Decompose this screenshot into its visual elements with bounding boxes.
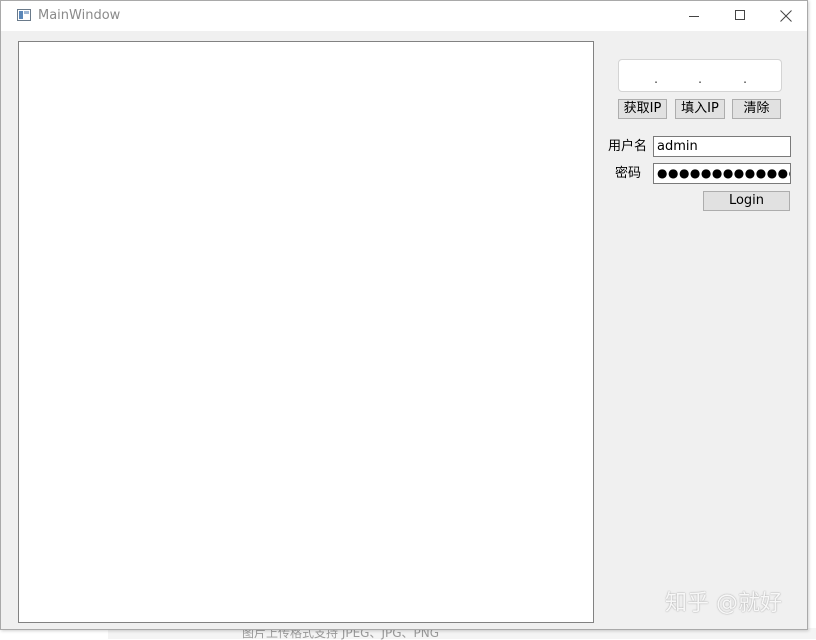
username-label: 用户名 (608, 139, 648, 154)
login-button[interactable]: Login (703, 191, 790, 211)
title-bar[interactable]: MainWindow (1, 1, 807, 31)
display-canvas[interactable] (18, 41, 594, 623)
password-input[interactable]: ●●●●●●●●●●●●● (653, 163, 791, 184)
close-icon (780, 10, 792, 22)
username-input[interactable]: admin (653, 136, 791, 157)
ip-dot-1: . (654, 72, 658, 86)
app-icon (17, 9, 31, 21)
close-button[interactable] (763, 1, 809, 31)
clear-button[interactable]: 清除 (732, 99, 781, 119)
minimize-button[interactable] (671, 1, 717, 31)
ip-dot-2: . (698, 72, 702, 86)
ip-dot-3: . (743, 72, 747, 86)
get-ip-button[interactable]: 获取IP (618, 99, 667, 119)
ip-address-input[interactable]: . . . (618, 59, 782, 92)
main-window: MainWindow . . . 获取IP 填入IP 清除 用户名 admin … (0, 0, 808, 630)
maximize-button[interactable] (717, 1, 763, 31)
fill-ip-button[interactable]: 填入IP (675, 99, 725, 119)
watermark-text: 知乎 @就好 (665, 591, 782, 616)
window-title: MainWindow (38, 8, 121, 23)
password-label: 密码 (615, 166, 642, 181)
